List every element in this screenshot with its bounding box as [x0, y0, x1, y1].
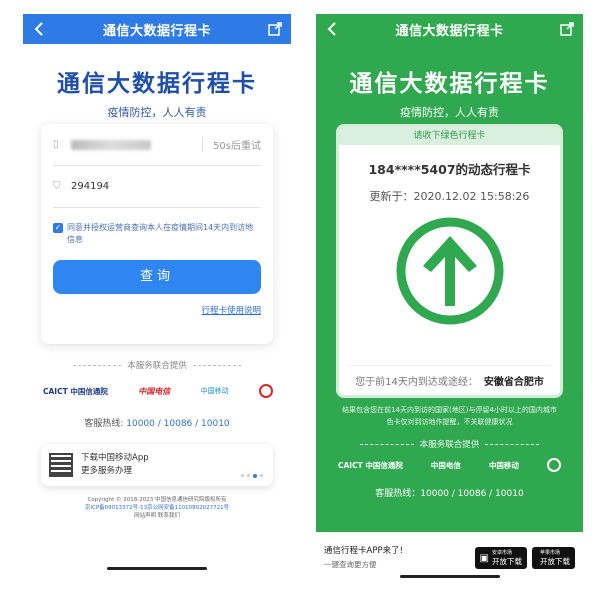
hero-subtitle: 疫情防控，人人有责 — [400, 106, 499, 119]
share-icon[interactable] — [267, 21, 283, 37]
hotline: 客服热线：10000 / 10086 / 10010 — [375, 489, 524, 499]
carousel-dot — [247, 474, 250, 477]
china-telecom-logo: 中国电信 — [430, 460, 461, 470]
phone-icon: ▯ — [53, 139, 59, 150]
android-store-label: 安卓市场 — [492, 549, 513, 556]
help-link[interactable]: 行程卡使用说明 — [53, 304, 261, 316]
partner-logos: CAICT 中国信通院 中国电信 中国移动 — [338, 458, 561, 472]
china-unicom-logo — [546, 458, 561, 472]
phone-number-blurred — [71, 139, 151, 150]
retry-countdown: 50s后重试 — [202, 137, 261, 152]
copyright-line3[interactable]: 网站声明 联系我们 — [23, 512, 291, 520]
home-indicator — [400, 575, 500, 578]
carousel-dots — [241, 474, 263, 478]
card-tag: 请收下绿色行程卡 — [339, 127, 560, 145]
caict-logo: CAICT 中国信通院 — [43, 386, 108, 396]
china-telecom-logo: 中国电信 — [138, 386, 171, 396]
update-time: 更新于：2020.12.02 15:58:26 — [369, 190, 530, 203]
caict-logo: CAICT 中国信通院 — [338, 460, 403, 470]
disclaimer: 结果包含您在前14天内到访的国家(地区)与停留4小时以上的国内城市 色卡仅对到访… — [342, 406, 557, 426]
qr-code-icon — [49, 453, 73, 477]
icp-line[interactable]: 京ICP备09013372号-13京公网安备11010802027721号 — [23, 504, 291, 512]
banner-line1: 下载中国移动App — [81, 453, 149, 463]
result-card: 请收下绿色行程卡 184****5407的动态行程卡 更新于：2020.12.0… — [336, 124, 563, 398]
dynamic-card-title: 184****5407的动态行程卡 — [368, 162, 531, 177]
android-download-button[interactable]: ▣ 安卓市场 开放下载 — [474, 547, 527, 569]
hotline-numbers[interactable]: 10000 / 10086 / 10010 — [126, 419, 229, 429]
hero-title: 通信大数据行程卡 — [349, 71, 550, 97]
route-row: 您于前14天内到达或途经： 安徽省合肥市 — [349, 365, 550, 395]
copyright-line1: Copyright © 2018-2023 中国信息通信研究院版权所有 — [87, 497, 227, 503]
carousel-dot — [260, 474, 263, 477]
home-indicator — [107, 567, 207, 570]
android-download-label: 开放下载 — [492, 556, 522, 566]
hotline: 客服热线: 10000 / 10086 / 10010 — [23, 416, 291, 429]
hero-title: 通信大数据行程卡 — [57, 71, 257, 97]
android-icon: ▣ — [479, 552, 489, 564]
right-screen: 通信大数据行程卡 通信大数据行程卡 疫情防控，人人有责 请收下绿色行程卡 184… — [316, 14, 583, 584]
back-icon[interactable] — [31, 21, 47, 37]
download-subtitle: 一键查询更方便 — [324, 560, 377, 569]
provided-by: 本服务联合提供 — [316, 438, 583, 450]
code-value: 294194 — [71, 181, 110, 192]
phone-field[interactable]: ▯ 50s后重试 — [53, 124, 261, 166]
app-banner[interactable]: 下载中国移动App 更多服务办理 — [41, 444, 273, 486]
shield-icon: ⛉ — [53, 181, 61, 192]
nav-title: 通信大数据行程卡 — [102, 23, 211, 39]
download-title: 通信行程卡APP来了! — [324, 546, 403, 556]
consent-row[interactable]: ✓ 同意并授权运营商查询本人在疫情期间14天内到访地信息 — [53, 222, 261, 246]
ios-store-label: 苹果市场 — [540, 549, 561, 556]
nav-title: 通信大数据行程卡 — [395, 23, 504, 39]
china-mobile-logo: 中国移动 — [200, 387, 229, 395]
green-arrow-icon — [339, 216, 560, 326]
ios-download-button[interactable]: 苹果市场 开放下载 — [532, 547, 575, 569]
consent-text: 同意并授权运营商查询本人在疫情期间14天内到访地信息 — [67, 223, 254, 244]
china-unicom-logo — [258, 384, 273, 398]
left-screen: 通信大数据行程卡 通信大数据行程卡 疫情防控，人人有责 ▯ 50s后重试 ⛉ 2… — [23, 14, 291, 584]
nav-bar: 通信大数据行程卡 — [23, 14, 291, 44]
back-icon[interactable] — [324, 21, 340, 37]
share-icon[interactable] — [559, 21, 575, 37]
carousel-dot — [241, 474, 244, 477]
copyright: Copyright © 2018-2023 中国信息通信研究院版权所有 京ICP… — [23, 496, 291, 520]
login-card: ▯ 50s后重试 ⛉ 294194 ✓ 同意并授权运营商查询本人在疫情期间14天… — [41, 124, 273, 344]
route-label: 您于前14天内到达或途经： — [355, 377, 478, 388]
hero-subtitle: 疫情防控，人人有责 — [107, 106, 207, 119]
nav-bar: 通信大数据行程卡 — [316, 14, 583, 44]
code-field[interactable]: ⛉ 294194 — [53, 166, 261, 208]
download-bar: 通信行程卡APP来了! 一键查询更方便 ▣ 安卓市场 开放下载 苹果市场 开放下… — [316, 532, 583, 584]
query-button[interactable]: 查询 — [53, 260, 261, 294]
banner-line2: 更多服务办理 — [81, 466, 133, 476]
china-mobile-logo: 中国移动 — [488, 460, 519, 470]
hotline-label: 客服热线: — [84, 419, 124, 429]
partner-logos: CAICT 中国信通院 中国电信 中国移动 — [43, 384, 273, 398]
ios-download-label: 开放下载 — [540, 556, 570, 566]
route-value: 安徽省合肥市 — [483, 377, 544, 388]
carousel-dot-active — [253, 474, 257, 478]
provided-by: 本服务联合提供 — [23, 359, 291, 371]
checkbox-checked-icon[interactable]: ✓ — [53, 223, 63, 233]
